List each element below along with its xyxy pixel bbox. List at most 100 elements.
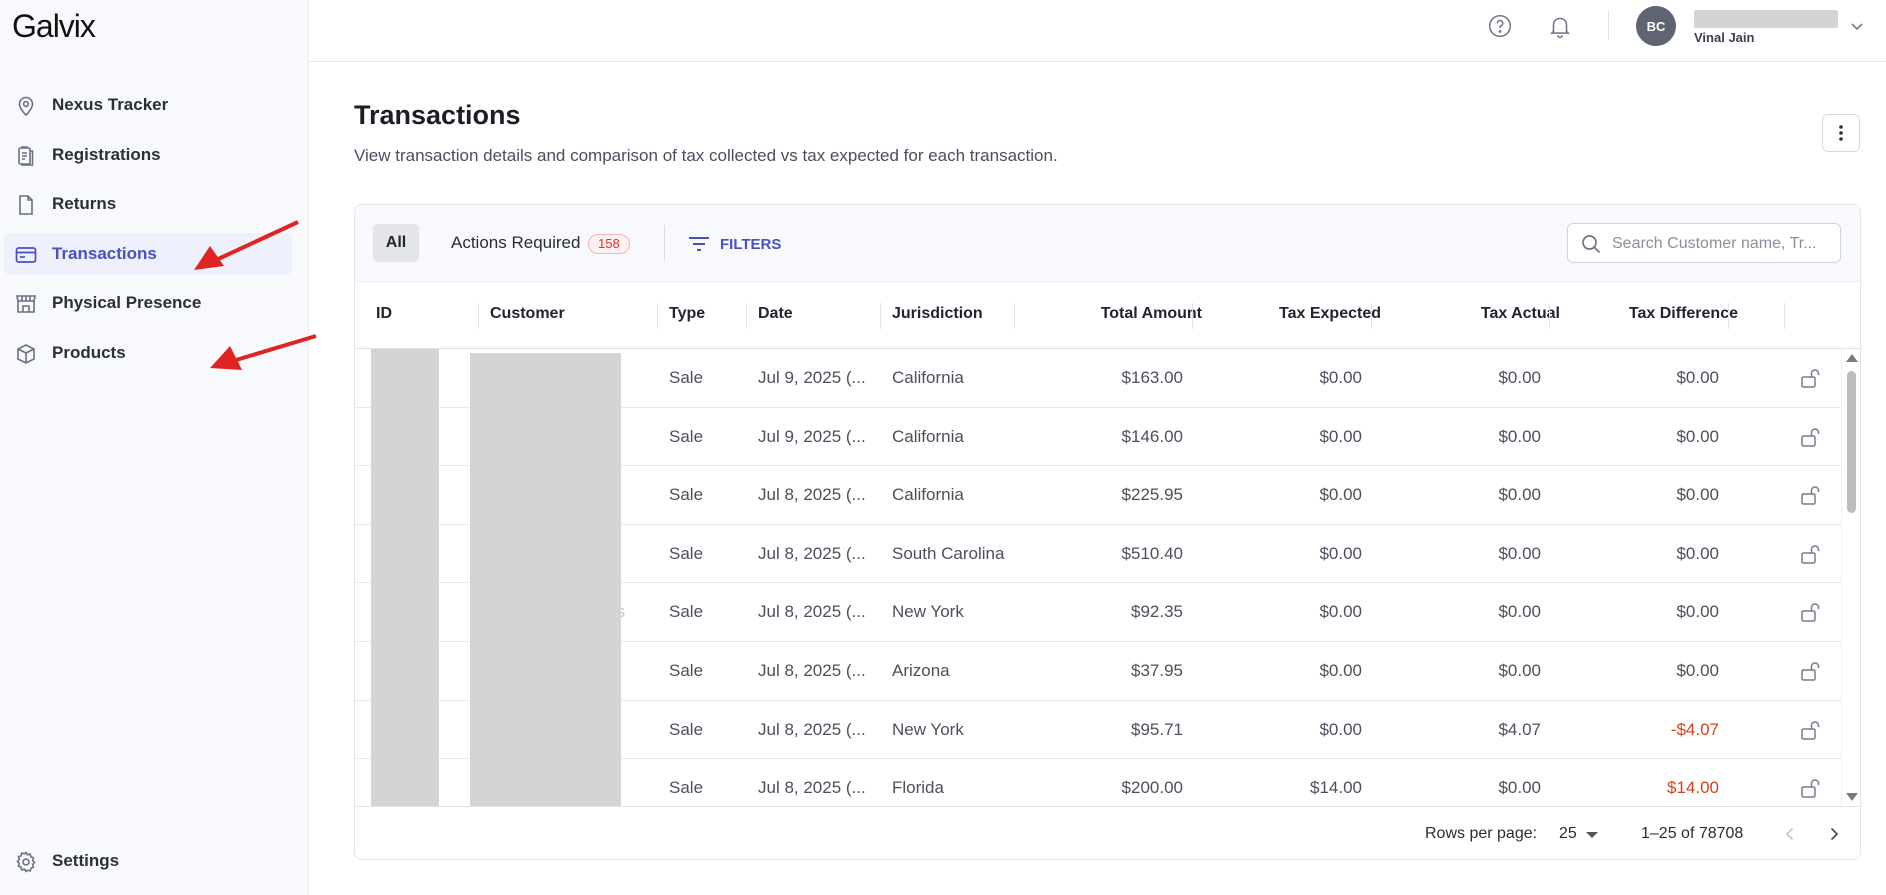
sidebar-item-label: Products: [52, 342, 126, 362]
box-icon: [14, 342, 38, 366]
bell-icon[interactable]: [1547, 13, 1573, 39]
unlock-icon[interactable]: [1799, 718, 1823, 742]
unlock-icon[interactable]: [1799, 542, 1823, 566]
storefront-icon: [14, 292, 38, 316]
tab-all[interactable]: All: [373, 224, 419, 262]
table-scrollbar[interactable]: [1841, 349, 1860, 806]
unlock-icon[interactable]: [1799, 776, 1823, 800]
redacted-user-email: [1694, 10, 1838, 28]
table-body: 125048Paula AdamsSaleJul 9, 2025 (...Cal…: [355, 349, 1841, 806]
pagination-range: 1–25 of 78708: [1641, 825, 1744, 842]
column-header-date[interactable]: Date: [758, 305, 793, 323]
cell-date: Jul 9, 2025 (...: [758, 368, 866, 387]
cell-type: Sale: [669, 602, 704, 622]
table-toolbar: All Actions Required 158 FILTERS: [355, 205, 1860, 282]
cell-tax-difference: $0.00: [1676, 485, 1719, 505]
caret-down-icon[interactable]: [1586, 832, 1598, 838]
column-header-total-amount[interactable]: Total Amount: [1101, 305, 1202, 323]
chevron-down-icon[interactable]: [1849, 18, 1865, 34]
settings-section: Settings: [4, 840, 292, 882]
cell-type: Sale: [669, 368, 704, 387]
cell-type: Sale: [669, 485, 704, 505]
cell-jurisdiction: California: [892, 368, 964, 387]
user-name[interactable]: Vinal Jain: [1694, 30, 1754, 45]
actions-count-badge: 158: [588, 234, 630, 254]
column-separator: [1728, 303, 1729, 329]
column-separator: [1192, 303, 1193, 329]
previous-page-button[interactable]: [1780, 824, 1800, 844]
search-icon: [1582, 235, 1601, 254]
sidebar-item-settings[interactable]: Settings: [4, 840, 292, 882]
cell-tax-difference: -$4.07: [1670, 719, 1719, 739]
help-icon[interactable]: [1487, 13, 1513, 39]
app-logo[interactable]: Galvix: [12, 8, 96, 45]
cell-total-amount: $146.00: [1121, 426, 1183, 446]
cell-date: Jul 8, 2025 (...: [758, 485, 866, 505]
sidebar-item-registrations[interactable]: Registrations: [4, 134, 292, 176]
cell-date: Jul 8, 2025 (...: [758, 719, 866, 739]
column-separator: [1371, 303, 1372, 329]
cell-jurisdiction: California: [892, 426, 964, 446]
sidebar-item-nexus-tracker[interactable]: Nexus Tracker: [4, 84, 292, 126]
more-options-button[interactable]: [1822, 114, 1860, 152]
search-box[interactable]: [1567, 223, 1841, 263]
chevron-right-icon: [1830, 827, 1839, 841]
next-page-button[interactable]: [1824, 824, 1844, 844]
column-header-tax-difference[interactable]: Tax Difference: [1629, 305, 1738, 323]
tab-actions-required[interactable]: Actions Required: [451, 233, 580, 253]
cell-tax-expected: $0.00: [1319, 543, 1362, 563]
rows-per-page-label: Rows per page:: [1425, 825, 1538, 842]
cell-tax-difference: $0.00: [1676, 368, 1719, 387]
page-title: Transactions: [354, 100, 521, 130]
unlock-icon[interactable]: [1799, 425, 1823, 449]
pagination-footer: Rows per page: 25 1–25 of 78708: [355, 806, 1860, 859]
cell-tax-expected: $0.00: [1319, 485, 1362, 505]
clipboard-icon: [14, 144, 38, 168]
column-header-customer[interactable]: Customer: [490, 305, 565, 323]
column-header-jurisdiction[interactable]: Jurisdiction: [892, 305, 983, 323]
document-icon: [14, 193, 38, 217]
unlock-icon[interactable]: [1799, 483, 1823, 507]
column-header-tax-expected[interactable]: Tax Expected: [1279, 305, 1381, 323]
cell-type: Sale: [669, 719, 704, 739]
rows-per-page-select[interactable]: 25: [1559, 825, 1577, 843]
filter-icon: [689, 237, 709, 251]
column-header-type[interactable]: Type: [669, 305, 705, 323]
column-separator: [478, 303, 479, 329]
unlock-icon[interactable]: [1799, 600, 1823, 624]
scroll-up-arrow-icon[interactable]: [1846, 354, 1858, 362]
sidebar-item-label: Returns: [52, 194, 117, 214]
unlock-icon[interactable]: [1799, 366, 1823, 390]
sidebar-item-label: Nexus Tracker: [52, 95, 169, 114]
cell-jurisdiction: California: [892, 485, 964, 505]
cell-tax-difference: $0.00: [1676, 543, 1719, 563]
cell-date: Jul 8, 2025 (...: [758, 543, 866, 563]
avatar[interactable]: BC: [1636, 6, 1676, 46]
sidebar-item-physical-presence[interactable]: Physical Presence: [4, 282, 292, 324]
unlock-icon[interactable]: [1799, 659, 1823, 683]
cell-date: Jul 8, 2025 (...: [758, 602, 866, 622]
scroll-down-arrow-icon[interactable]: [1846, 793, 1858, 801]
scrollbar-thumb[interactable]: [1847, 371, 1856, 513]
sidebar-item-label: Registrations: [52, 144, 161, 164]
cell-tax-difference: $0.00: [1676, 602, 1719, 622]
cell-tax-difference: $14.00: [1667, 778, 1719, 798]
cell-jurisdiction: Florida: [892, 778, 944, 798]
cell-total-amount: $225.95: [1121, 485, 1183, 505]
cell-total-amount: $92.35: [1131, 602, 1183, 622]
search-input[interactable]: [1612, 233, 1832, 255]
cell-type: Sale: [669, 778, 704, 798]
cell-tax-actual: $4.07: [1498, 719, 1541, 739]
filters-button[interactable]: FILTERS: [688, 233, 781, 255]
toolbar-divider: [664, 225, 665, 261]
kebab-menu-icon: [1839, 125, 1843, 141]
filters-label: FILTERS: [720, 235, 782, 253]
cell-tax-expected: $0.00: [1319, 426, 1362, 446]
redaction-customer-column: [470, 353, 621, 806]
cell-total-amount: $95.71: [1131, 719, 1183, 739]
cell-tax-expected: $0.00: [1319, 661, 1362, 680]
column-header-id[interactable]: ID: [376, 305, 392, 323]
cell-total-amount: $163.00: [1121, 368, 1183, 387]
cell-jurisdiction: New York: [892, 602, 964, 622]
page-subtitle: View transaction details and comparison …: [354, 146, 1058, 165]
